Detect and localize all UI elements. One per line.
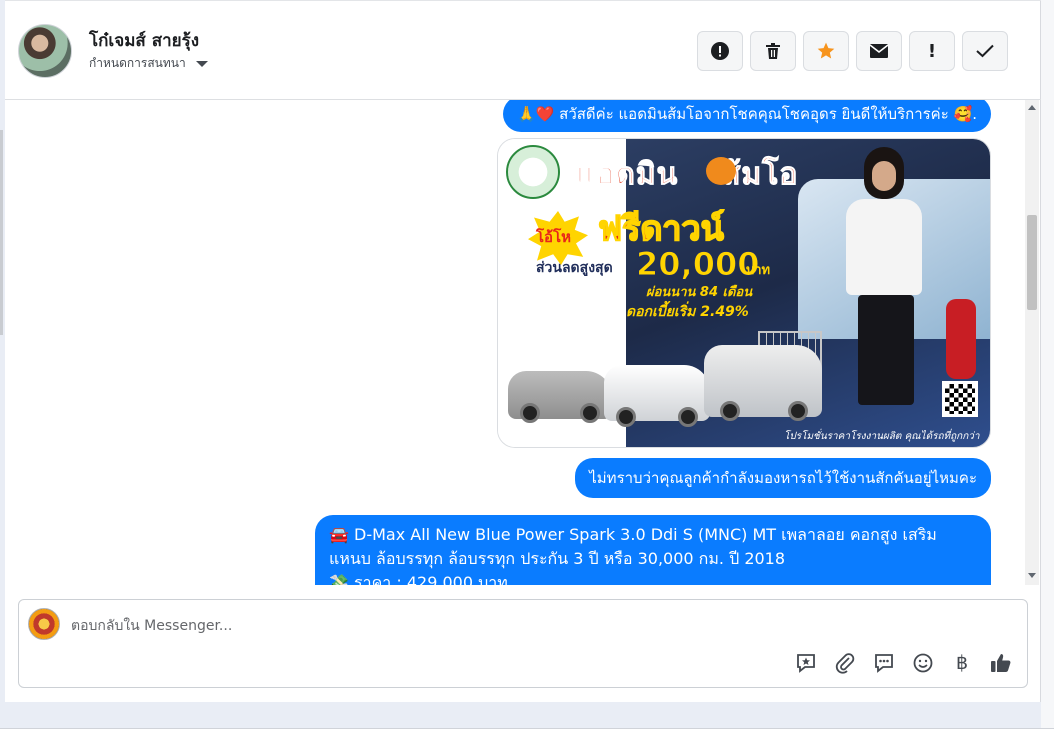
ad-promo-footer: โปรโมชั่นราคาโรงงานผลิต คุณได้รถที่ถูกกว… — [784, 431, 980, 442]
baht-icon: ฿ — [955, 652, 969, 674]
saved-reply-button[interactable] — [793, 650, 819, 676]
check-icon — [976, 44, 994, 58]
saved-reply-icon — [797, 654, 815, 673]
reply-input[interactable] — [71, 615, 971, 637]
emoji-icon — [913, 653, 933, 673]
composer-toolbar: ฿ — [793, 650, 1014, 676]
trash-icon — [766, 43, 780, 59]
page-footer — [0, 728, 1054, 746]
like-button[interactable] — [988, 650, 1014, 676]
thumbs-up-icon — [991, 654, 1011, 672]
orange-fruit-icon — [706, 157, 736, 185]
message-thread[interactable]: 🙏❤️ สวัสดีค่ะ แอดมินส้มโอจากโชคคุณโชคอุด… — [5, 100, 1041, 585]
scroll-thumb[interactable] — [1027, 215, 1037, 310]
message-greeting[interactable]: 🙏❤️ สวัสดีค่ะ แอดมินส้มโอจากโชคคุณโชคอุด… — [503, 100, 991, 132]
star-button[interactable] — [803, 31, 849, 71]
left-edge — [0, 130, 3, 335]
dealer-logo — [506, 145, 560, 199]
payment-button[interactable]: ฿ — [949, 650, 975, 676]
ad-interest: ดอกเบี้ยเริ่ม 2.49% — [626, 304, 749, 320]
qr-code — [942, 381, 978, 417]
attachment-icon — [835, 653, 855, 674]
ad-discount-amount: 20,000 — [635, 245, 760, 284]
attach-button[interactable] — [832, 650, 858, 676]
page-avatar — [28, 608, 60, 640]
quick-reply-button[interactable] — [871, 650, 897, 676]
ad-headline: แอดมิน ส้มโอ — [575, 157, 799, 193]
assign-label: กำหนดการสนทนา — [89, 56, 186, 70]
message-car-offer[interactable]: 🚘 D-Max All New Blue Power Spark 3.0 Ddi… — [315, 515, 991, 585]
ad-discount-label: ส่วนลดสูงสุด — [536, 260, 613, 276]
mark-done-button[interactable] — [962, 31, 1008, 71]
caret-down-icon — [195, 60, 208, 67]
alert-circle-icon — [711, 42, 729, 60]
quick-reply-icon — [875, 654, 893, 673]
scroll-down-icon[interactable] — [1028, 573, 1036, 578]
ad-presenter — [828, 147, 938, 407]
message-question[interactable]: ไม่ทราบว่าคุณลูกค้ากำลังมองหารถไว้ใช้งาน… — [575, 458, 991, 498]
envelope-icon — [869, 44, 889, 58]
spam-button[interactable] — [697, 31, 743, 71]
page-scrollbar[interactable] — [1041, 0, 1054, 728]
delete-button[interactable] — [750, 31, 796, 71]
exclamation-icon: ! — [927, 40, 937, 62]
ad-badge-text: โอ้โห — [536, 228, 572, 246]
conversation-header: โก๋เจมส์ สายรุ้ง กำหนดการสนทนา ! — [5, 0, 1041, 100]
ad-installment: ผ่อนนาน 84 เดือน — [646, 285, 753, 300]
mark-unread-button[interactable] — [856, 31, 902, 71]
message-line: 🚘 D-Max All New Blue Power Spark 3.0 Ddi… — [329, 525, 937, 544]
message-line: แหนบ ล้อบรรทุก ล้อบรรทุก ประกัน 3 ปี หรื… — [329, 549, 786, 568]
header-actions: ! — [697, 31, 1008, 71]
message-line: 💸 ราคา : 429,000 บาท — [329, 573, 508, 585]
star-icon — [817, 42, 835, 59]
thread-scrollbar[interactable] — [1025, 100, 1039, 585]
ad-currency: บาท — [746, 263, 771, 278]
message-ad-image[interactable]: แอดมิน ส้มโอ โอ้โห ฟรีดาวน์ ส่วนลดสูงสุด … — [497, 138, 991, 448]
assign-conversation-dropdown[interactable]: กำหนดการสนทนา — [89, 54, 208, 73]
contact-name[interactable]: โก๋เจมส์ สายรุ้ง — [89, 27, 199, 54]
emoji-button[interactable] — [910, 650, 936, 676]
scroll-up-icon[interactable] — [1028, 105, 1036, 110]
contact-avatar[interactable] — [18, 24, 72, 78]
reply-composer: ฿ — [18, 599, 1028, 688]
follow-up-button[interactable]: ! — [909, 31, 955, 71]
